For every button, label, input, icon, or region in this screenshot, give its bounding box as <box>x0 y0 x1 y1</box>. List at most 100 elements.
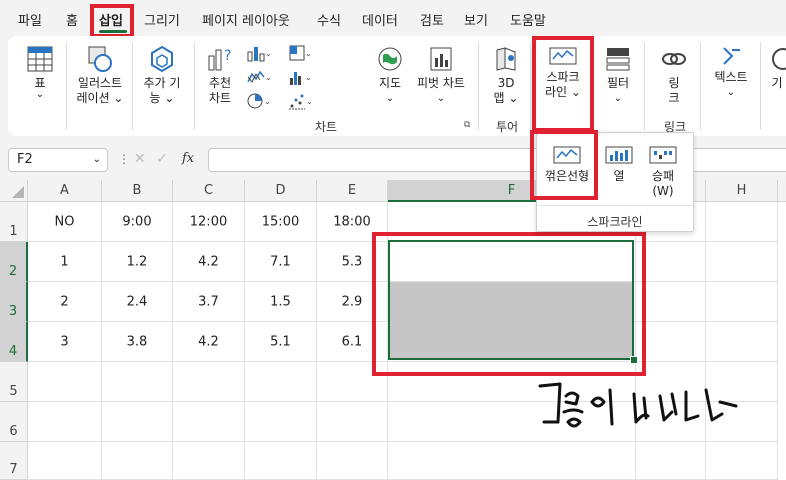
column-header-b[interactable]: B <box>102 180 173 202</box>
cell-c6[interactable] <box>173 402 245 442</box>
cell-h1[interactable] <box>706 202 778 242</box>
menu-help[interactable]: 도움말 <box>510 10 546 29</box>
column-header-a[interactable]: A <box>28 180 102 202</box>
name-box[interactable]: F2 ⌄ <box>8 148 108 172</box>
row-header-2[interactable]: 2 <box>0 242 28 282</box>
cell-b6[interactable] <box>102 402 173 442</box>
menu-home[interactable]: 홈 <box>66 10 78 29</box>
text-button[interactable]: 텍스트 ⌄ <box>708 44 754 100</box>
shapes-icon <box>88 46 112 72</box>
cell-d1[interactable]: 15:00 <box>245 202 317 242</box>
symbols-button[interactable]: 기 <box>768 44 786 91</box>
cell-e6[interactable] <box>317 402 388 442</box>
menu-page-layout[interactable]: 페이지 레이아웃 <box>202 10 290 29</box>
hierarchy-chart-icon[interactable]: ⌄ <box>288 44 312 65</box>
cell-c3[interactable]: 3.7 <box>173 282 245 322</box>
maps-button[interactable]: 지도 ⌄ <box>372 44 408 106</box>
cell-a5[interactable] <box>28 362 102 402</box>
highlight-selected-range <box>372 232 646 376</box>
cell-a3[interactable]: 2 <box>28 282 102 322</box>
row-header-5[interactable]: 5 <box>0 362 28 402</box>
cell-b1[interactable]: 9:00 <box>102 202 173 242</box>
pivot-chart-button[interactable]: 피벗 차트 ⌄ <box>412 44 470 106</box>
row-header-6[interactable]: 6 <box>0 402 28 442</box>
line-chart-icon[interactable]: ⌄ <box>246 68 272 89</box>
column-header-e[interactable]: E <box>317 180 388 202</box>
table-chevron: ⌄ <box>35 89 45 100</box>
cell-b5[interactable] <box>102 362 173 402</box>
cell-c7[interactable] <box>173 442 245 480</box>
menu-data[interactable]: 데이터 <box>362 10 398 29</box>
filters-button[interactable]: 필터 ⌄ <box>598 44 638 106</box>
enter-icon[interactable]: ✓ <box>156 151 168 167</box>
pie-chart-icon[interactable]: ⌄ <box>246 92 271 113</box>
cell-value: 15:00 <box>261 214 300 229</box>
dialog-launcher-icon[interactable]: ⧉ <box>464 120 470 130</box>
cell-a6[interactable] <box>28 402 102 442</box>
cell-d4[interactable]: 5.1 <box>245 322 317 362</box>
column-header-c[interactable]: C <box>173 180 245 202</box>
cell-b2[interactable]: 1.2 <box>102 242 173 282</box>
cell-c1[interactable]: 12:00 <box>173 202 245 242</box>
recommended-charts-button[interactable]: ? 추천 차트 <box>200 44 240 106</box>
menu-formulas[interactable]: 수식 <box>317 10 341 29</box>
3d-map-button[interactable]: 3D 맵 ⌄ <box>486 44 526 106</box>
menu-draw[interactable]: 그리기 <box>144 10 180 29</box>
row-header-1[interactable]: 1 <box>0 202 28 242</box>
cell-c2[interactable]: 4.2 <box>173 242 245 282</box>
menu-file[interactable]: 파일 <box>18 10 42 29</box>
cell-f7[interactable] <box>388 442 636 480</box>
addins-button[interactable]: 추가 기 능 ⌄ <box>136 44 188 106</box>
addins-label-2: 능 ⌄ <box>149 91 175 105</box>
chevron-down-icon[interactable]: ⌄ <box>93 149 101 171</box>
cell-d6[interactable] <box>245 402 317 442</box>
scatter-chart-icon[interactable]: ⌄ <box>288 92 313 113</box>
select-all-corner[interactable] <box>0 180 28 202</box>
cell-h2[interactable] <box>706 242 778 282</box>
cell-b4[interactable]: 3.8 <box>102 322 173 362</box>
text-icon <box>723 47 740 65</box>
cell-a7[interactable] <box>28 442 102 480</box>
cell-g7[interactable] <box>636 442 706 480</box>
menu-view[interactable]: 보기 <box>464 10 488 29</box>
row-header-4[interactable]: 4 <box>0 322 28 362</box>
column-header-h[interactable]: H <box>706 180 778 202</box>
sparkline-column-button[interactable]: 열 <box>603 143 635 184</box>
column-chart-icon[interactable]: ⌄ <box>246 44 272 65</box>
column-header-i[interactable] <box>778 180 786 202</box>
cell-d2[interactable]: 7.1 <box>245 242 317 282</box>
menu-review[interactable]: 검토 <box>420 10 444 29</box>
cell-c4[interactable]: 4.2 <box>173 322 245 362</box>
cell-a4[interactable]: 3 <box>28 322 102 362</box>
svg-text:⌄: ⌄ <box>306 97 312 106</box>
cell-h7[interactable] <box>706 442 778 480</box>
formula-input[interactable] <box>208 148 786 172</box>
cell-b7[interactable] <box>102 442 173 480</box>
statistic-chart-icon[interactable]: ⌄ <box>288 68 312 89</box>
cell-c5[interactable] <box>173 362 245 402</box>
sparkline-winloss-button[interactable]: 승패 (W) <box>643 143 683 199</box>
more-icon[interactable]: ⋮ <box>118 152 130 166</box>
cell-a2[interactable]: 1 <box>28 242 102 282</box>
link-button[interactable]: 링 크 <box>656 44 692 106</box>
cell-b3[interactable]: 2.4 <box>102 282 173 322</box>
cancel-icon[interactable]: ✕ <box>134 151 146 167</box>
insert-function-icon[interactable]: fx <box>182 151 194 166</box>
illustrations-button[interactable]: 일러스트 레이션 ⌄ <box>72 44 128 106</box>
cell-d3[interactable]: 1.5 <box>245 282 317 322</box>
row-header-7[interactable]: 7 <box>0 442 28 480</box>
cell-e7[interactable] <box>317 442 388 480</box>
cell-d5[interactable] <box>245 362 317 402</box>
column-header-d[interactable]: D <box>245 180 317 202</box>
slicer-icon <box>606 48 630 71</box>
cell-g2[interactable] <box>636 242 706 282</box>
cell-g4[interactable] <box>636 322 706 362</box>
cell-h3[interactable] <box>706 282 778 322</box>
cell-d7[interactable] <box>245 442 317 480</box>
table-button[interactable]: 표 ⌄ <box>20 44 60 100</box>
cell-g3[interactable] <box>636 282 706 322</box>
cell-a1[interactable]: NO <box>28 202 102 242</box>
symbols-label: 기 <box>771 76 783 90</box>
cell-h4[interactable] <box>706 322 778 362</box>
row-header-3[interactable]: 3 <box>0 282 28 322</box>
